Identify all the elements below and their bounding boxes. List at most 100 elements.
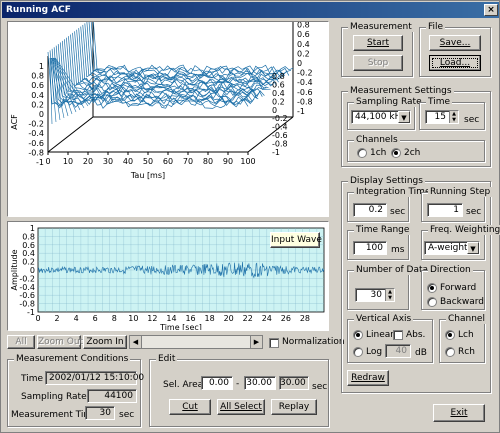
sel-area-length-field: 30.00 [279, 376, 309, 390]
acf-tick-label-back: 0.8 [297, 22, 310, 30]
acf-tick-label-back: -0.6 [297, 88, 313, 97]
stop-button[interactable]: Stop [353, 55, 403, 71]
tau-tick-label: 30 [103, 157, 113, 166]
save-button[interactable]: Save... [429, 35, 481, 51]
cut-button[interactable]: Cut [169, 399, 211, 415]
direction-title: Direction [428, 265, 473, 275]
running-step-title: Running Step [428, 187, 493, 197]
chevron-down-icon[interactable]: ▼ [398, 111, 410, 123]
normalization-checkbox[interactable] [269, 338, 279, 348]
time-range-input[interactable]: 100 [353, 241, 387, 255]
left-floor-edge [47, 116, 94, 153]
integration-time-unit: sec [390, 207, 406, 217]
sel-area-unit: sec [312, 382, 328, 392]
sampling-rate-select[interactable]: 44,100 kHz ▼ [351, 110, 411, 124]
vertical-linear-label: Linear [366, 330, 394, 340]
cond-sampling-rate-label: Sampling Rate [21, 392, 87, 402]
channel-rch-radio[interactable] [445, 347, 455, 357]
channel-lch-label: Lch [458, 330, 474, 340]
sel-area-to-input[interactable]: 30.00 [244, 376, 276, 390]
measurement-title: Measurement [348, 22, 414, 32]
vertical-log-label: Log [366, 347, 383, 357]
tau-tick-label: 70 [183, 157, 193, 166]
scroll-left-icon[interactable]: ◀ [130, 336, 142, 348]
amplitude-axis-label: Amplitude [10, 249, 19, 290]
sel-area-label: Sel. Area [163, 380, 204, 390]
cond-time-field: 2002/01/12 15:10:00 [45, 371, 144, 385]
measurement-settings-title: Measurement Settings [348, 86, 454, 96]
vertical-linear-radio[interactable] [353, 330, 363, 340]
exit-button[interactable]: Exit [433, 404, 485, 422]
chevron-down-icon[interactable]: ▼ [467, 242, 479, 254]
number-of-data-title: Number of Data [354, 265, 431, 275]
acf-tick-label-back: 0 [297, 59, 302, 68]
time-unit: sec [464, 115, 480, 125]
direction-forward-label: Forward [440, 283, 477, 293]
start-button[interactable]: Start [353, 35, 403, 51]
input-wave-button[interactable]: Input Wave [270, 232, 322, 248]
time-tick-label: 22 [243, 314, 253, 323]
time-stepper[interactable]: 15 ▲ ▼ [425, 110, 459, 124]
tau-tick-label: 50 [143, 157, 153, 166]
acf-tick-label-back: -1 [297, 107, 305, 116]
tau-tick-label: 90 [223, 157, 233, 166]
zoom-all-button[interactable]: All [7, 335, 35, 349]
number-of-data-value: 30 [370, 290, 382, 300]
scroll-right-icon[interactable]: ▶ [250, 336, 262, 348]
close-icon[interactable]: × [484, 4, 498, 16]
acf-tick-label-back: 0.6 [297, 30, 310, 39]
time-range-title: Time Range [354, 225, 412, 235]
acf-tick-label-left: 0.4 [31, 91, 44, 100]
vertical-log-radio[interactable] [353, 347, 363, 357]
spin-arrows-icon[interactable]: ▲ ▼ [449, 111, 458, 123]
window-title: Running ACF [6, 5, 71, 15]
spin-arrows-icon[interactable]: ▲ ▼ [385, 289, 394, 301]
direction-backward-label: Backward [440, 297, 484, 307]
log-db-unit: dB [415, 348, 427, 358]
time-tick-label: 0 [35, 314, 40, 323]
direction-forward-radio[interactable] [427, 283, 437, 293]
cond-time-label: Time [21, 374, 44, 384]
running-step-input[interactable]: 1 [427, 203, 463, 217]
number-of-data-stepper[interactable]: 30 ▲ ▼ [355, 288, 395, 302]
freq-weighting-title: Freq. Weighting [428, 225, 500, 235]
time-tick-label: 28 [300, 314, 310, 323]
time-range-unit: ms [391, 245, 405, 255]
acf-tick-label-back: -0.2 [297, 69, 313, 78]
freq-weighting-select[interactable]: A-weighting ▼ [424, 241, 480, 255]
channel-1ch-radio[interactable] [357, 148, 367, 158]
integration-time-input[interactable]: 0.2 [353, 203, 387, 217]
acf-3d-chart: ACFTau [ms]0 10 20 30 40 50 60 70 80 90 10010.80.6… [10, 22, 313, 180]
running-step-unit: sec [466, 207, 482, 217]
tau-tick-label: 40 [123, 157, 133, 166]
horizontal-scrollbar[interactable]: ◀ ▶ [129, 335, 263, 349]
tau-tick-label: 60 [163, 157, 173, 166]
edit-title: Edit [156, 354, 178, 364]
acf-tick-label-left: -0.8 [28, 148, 44, 157]
time-value: 15 [434, 112, 446, 122]
time-tick-label: 6 [93, 314, 98, 323]
abs-checkbox[interactable] [393, 330, 403, 340]
normalization-label: Normalization [282, 337, 345, 347]
time-tick-label: 14 [166, 314, 176, 323]
cond-measurement-time-unit: sec [119, 410, 135, 420]
replay-button[interactable]: Replay [271, 399, 317, 415]
acf-tick-label-back: 0.2 [297, 49, 310, 58]
channel-lch-radio[interactable] [445, 330, 455, 340]
zoom-out-button[interactable]: Zoom Out [37, 335, 83, 349]
acf-tick-label-left: -0.2 [28, 120, 44, 129]
direction-backward-radio[interactable] [427, 297, 437, 307]
all-select-button[interactable]: All Select [217, 399, 265, 415]
channel-2ch-radio[interactable] [391, 148, 401, 158]
time-tick-label: 16 [185, 314, 195, 323]
redraw-button[interactable]: Redraw [347, 370, 389, 386]
vertical-axis-title: Vertical Axis [354, 314, 414, 324]
zoom-in-button[interactable]: Zoom In [83, 335, 127, 349]
load-button[interactable]: Load... [429, 55, 481, 71]
sel-area-from-input[interactable]: 0.00 [201, 376, 233, 390]
log-db-input[interactable]: 40 [385, 344, 411, 358]
tau-tick-label: 20 [83, 157, 93, 166]
tau-axis-label: Tau [ms] [130, 171, 165, 180]
acf-tick-label-left: 0.8 [31, 72, 44, 81]
time-title: Time [426, 97, 453, 107]
